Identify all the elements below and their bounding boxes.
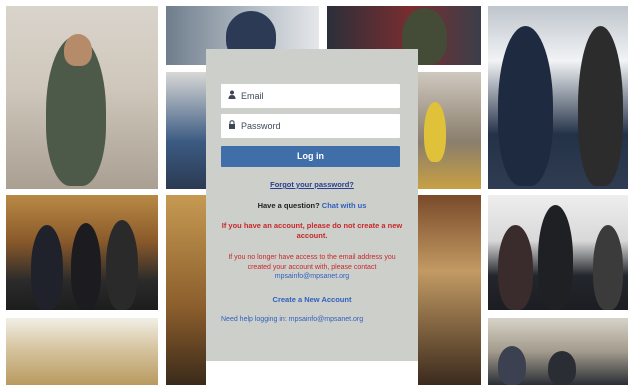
forgot-password-link[interactable]: Forgot your password? [206, 180, 418, 189]
login-panel: Log in Forgot your password? Have a ques… [206, 49, 418, 361]
no-access-message: If you no longer have access to the emai… [220, 253, 404, 282]
login-button[interactable]: Log in [221, 146, 400, 167]
no-access-text: If you no longer have access to the emai… [228, 254, 396, 271]
create-account-link[interactable]: Create a New Account [206, 295, 418, 304]
photo-tile [6, 195, 158, 310]
photo-tile [418, 72, 481, 189]
question-line: Have a question? Chat with us [206, 201, 418, 210]
help-text: Need help logging in: [221, 316, 287, 323]
photo-tile [6, 318, 158, 385]
photo-tile [166, 195, 206, 385]
photo-tile [488, 195, 628, 310]
question-text: Have a question? [257, 201, 320, 210]
password-field[interactable] [221, 114, 400, 138]
help-email-link[interactable]: mpsainfo@mpsanet.org [289, 316, 363, 323]
photo-tile [6, 6, 158, 189]
lock-icon [228, 120, 236, 130]
photo-tile [488, 318, 628, 385]
email-field[interactable] [221, 84, 400, 108]
duplicate-account-warning: If you have an account, please do not cr… [221, 221, 403, 240]
help-line: Need help logging in: mpsainfo@mpsanet.o… [221, 316, 411, 323]
photo-tile [488, 6, 628, 189]
contact-email-link[interactable]: mpsainfo@mpsanet.org [275, 273, 349, 280]
photo-tile [166, 72, 206, 189]
email-input[interactable] [241, 87, 391, 105]
photo-tile [418, 195, 481, 385]
person-icon [228, 90, 236, 100]
chat-link[interactable]: Chat with us [322, 201, 367, 210]
password-input[interactable] [241, 117, 391, 135]
